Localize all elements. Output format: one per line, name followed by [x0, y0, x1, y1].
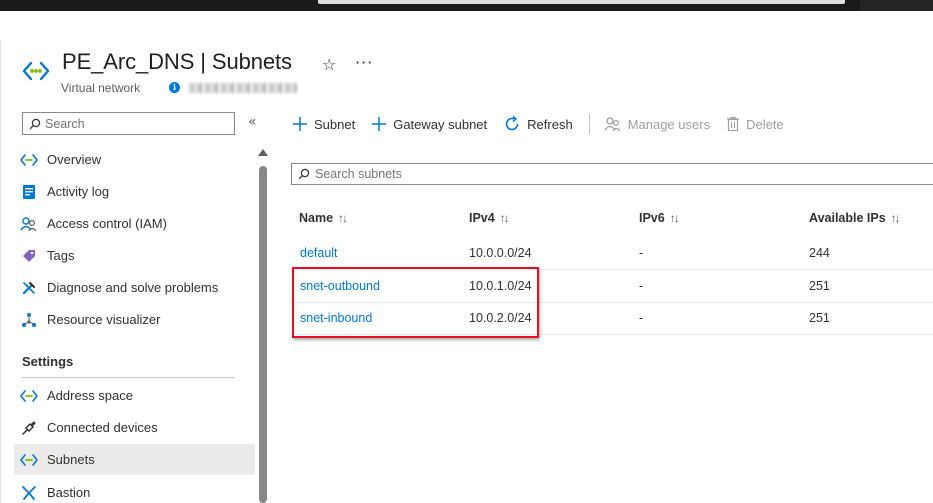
subnet-ipv6: - — [639, 279, 644, 293]
sidebar-item-access-control[interactable]: Access control (IAM) — [14, 208, 255, 239]
manage-users-button[interactable]: Manage users — [604, 116, 710, 132]
sidebar-item-resource-visualizer[interactable]: Resource visualizer — [14, 304, 255, 335]
collapse-sidebar-icon[interactable]: « — [248, 114, 257, 130]
column-header-label: Available IPs — [809, 211, 886, 225]
subnet-available-ips: 251 — [809, 311, 830, 325]
command-bar: Subnet Gateway subnet Refresh Manage use… — [292, 110, 800, 138]
sidebar-item-label: Address space — [47, 388, 133, 403]
add-subnet-label: Subnet — [314, 116, 356, 132]
manage-users-label: Manage users — [627, 116, 711, 132]
page-title: PE_Arc_DNS | Subnets — [62, 49, 292, 75]
subnet-ipv6: - — [639, 311, 644, 325]
activity-log-icon — [20, 183, 38, 201]
plug-icon — [20, 419, 38, 437]
vnet-icon — [20, 151, 38, 169]
sidebar-item-label: Connected devices — [47, 420, 158, 435]
sidebar-item-bastion[interactable]: Bastion — [14, 477, 255, 503]
column-header-label: Name — [299, 211, 334, 225]
settings-heading: Settings — [22, 354, 74, 369]
search-icon — [298, 168, 310, 180]
sidebar-item-label: Activity log — [47, 184, 110, 199]
sort-icon: ↑↓ — [499, 211, 510, 225]
vnet-icon — [20, 387, 38, 405]
column-header-available-ips[interactable]: Available IPs ↑↓ — [809, 211, 901, 225]
left-edge-line — [0, 40, 1, 503]
delete-button[interactable]: Delete — [726, 116, 784, 132]
sort-icon: ↑↓ — [669, 211, 680, 225]
sidebar-item-label: Subnets — [47, 452, 95, 467]
sidebar-item-activity-log[interactable]: Activity log — [14, 176, 255, 207]
sidebar-item-connected-devices[interactable]: Connected devices — [14, 412, 255, 443]
highlight-annotation-box — [292, 267, 539, 338]
sidebar-item-subnets[interactable]: Subnets — [14, 444, 255, 475]
sidebar-item-label: Diagnose and solve problems — [47, 280, 219, 295]
sidebar-item-tags[interactable]: Tags — [14, 240, 255, 271]
column-header-ipv6[interactable]: IPv6 ↑↓ — [639, 211, 680, 225]
subnet-search-input[interactable] — [315, 167, 715, 181]
subnet-ipv4: 10.0.0.0/24 — [469, 246, 532, 260]
add-gateway-subnet-button[interactable]: Gateway subnet — [371, 116, 487, 132]
favorite-star-icon[interactable]: ☆ — [322, 55, 336, 74]
trash-icon — [726, 116, 740, 132]
sidebar-item-address-space[interactable]: Address space — [14, 380, 255, 411]
search-icon — [29, 118, 41, 129]
sort-icon: ↑↓ — [338, 211, 348, 225]
sidebar-item-label: Resource visualizer — [47, 312, 161, 327]
sidebar-item-label: Overview — [47, 152, 102, 167]
refresh-icon — [503, 115, 521, 133]
top-bar-right — [860, 0, 933, 11]
refresh-label: Refresh — [527, 116, 573, 132]
plus-icon — [371, 116, 387, 132]
subnet-available-ips: 244 — [809, 246, 830, 260]
people-icon — [20, 215, 38, 233]
subnet-ipv6: - — [639, 246, 644, 260]
subnet-name-link[interactable]: default — [300, 246, 338, 260]
add-subnet-button[interactable]: Subnet — [292, 116, 355, 132]
redacted-text — [189, 83, 297, 93]
resource-type: Virtual network — [61, 81, 141, 95]
blade-name: Subnets — [211, 49, 292, 74]
sidebar-item-overview[interactable]: Overview — [14, 144, 255, 175]
scrollbar-thumb[interactable] — [259, 166, 267, 503]
column-header-name[interactable]: Name ↑↓ — [299, 211, 348, 225]
people-icon — [604, 116, 622, 132]
address-bar[interactable] — [318, 0, 845, 4]
subnet-available-ips: 251 — [809, 279, 830, 293]
resource-name: PE_Arc_DNS — [62, 49, 195, 74]
vnet-icon — [22, 61, 50, 81]
more-options-icon[interactable]: ··· — [355, 53, 373, 72]
table-row[interactable]: default 10.0.0.0/24 - 244 — [291, 237, 933, 270]
bastion-icon — [20, 484, 38, 502]
tag-icon — [20, 247, 38, 265]
hierarchy-icon — [20, 311, 38, 329]
sidebar-item-diagnose[interactable]: Diagnose and solve problems — [14, 272, 255, 303]
plus-icon — [292, 116, 308, 132]
add-gateway-subnet-label: Gateway subnet — [393, 116, 488, 132]
title-separator: | — [194, 49, 212, 74]
info-icon[interactable]: i — [169, 82, 180, 93]
sidebar-search-input[interactable] — [45, 116, 225, 131]
column-header-ipv4[interactable]: IPv4 ↑↓ — [469, 211, 510, 225]
column-header-label: IPv4 — [469, 211, 495, 225]
refresh-button[interactable]: Refresh — [503, 115, 573, 133]
sidebar-item-label: Tags — [47, 248, 75, 263]
vnet-icon — [20, 451, 38, 469]
sidebar-item-label: Access control (IAM) — [47, 216, 167, 231]
wrench-icon — [20, 279, 38, 297]
settings-divider — [22, 377, 235, 378]
delete-label: Delete — [746, 116, 784, 132]
sort-icon: ↑↓ — [890, 211, 901, 225]
column-header-label: IPv6 — [639, 211, 665, 225]
sidebar-search-box[interactable] — [22, 112, 235, 135]
browser-top-bar — [0, 0, 933, 11]
subnet-search-box[interactable] — [291, 163, 933, 185]
toolbar-separator — [588, 114, 590, 134]
sidebar-item-label: Bastion — [47, 485, 91, 500]
scroll-up-arrow-icon[interactable] — [258, 149, 268, 156]
